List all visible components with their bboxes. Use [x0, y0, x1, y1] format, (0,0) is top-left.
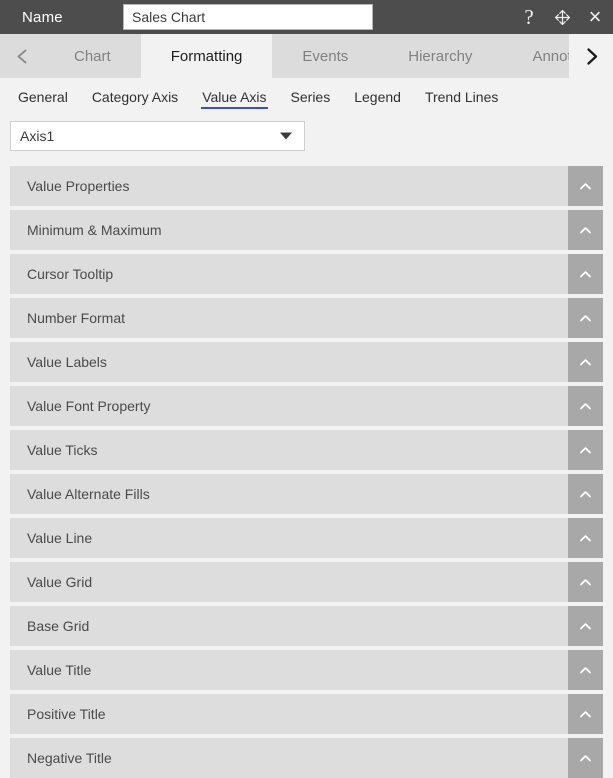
- chevron-up-icon[interactable]: [568, 474, 603, 514]
- tab-events-label: Events: [302, 47, 349, 65]
- chevron-left-icon[interactable]: [0, 34, 44, 78]
- section-negative-title[interactable]: Negative Title: [10, 738, 603, 778]
- tab-events[interactable]: Events: [272, 34, 379, 78]
- axis-selector-dropdown[interactable]: Axis1: [10, 121, 305, 151]
- section-label[interactable]: Cursor Tooltip: [10, 254, 568, 294]
- section-value-alternate-fills[interactable]: Value Alternate Fills: [10, 474, 603, 514]
- section-label[interactable]: Minimum & Maximum: [10, 210, 568, 250]
- section-cursor-tooltip[interactable]: Cursor Tooltip: [10, 254, 603, 294]
- value-axis-sections: Value Properties Minimum & Maximum Curso…: [0, 166, 613, 778]
- section-label[interactable]: Value Properties: [10, 166, 568, 206]
- chevron-up-icon[interactable]: [568, 210, 603, 250]
- chevron-up-icon[interactable]: [568, 386, 603, 426]
- chart-name-input[interactable]: [123, 4, 373, 30]
- section-label[interactable]: Negative Title: [10, 738, 568, 778]
- section-value-title[interactable]: Value Title: [10, 650, 603, 690]
- axis-selector-wrap: Axis1: [0, 116, 613, 151]
- subtab-value-axis[interactable]: Value Axis: [190, 78, 278, 116]
- section-number-format[interactable]: Number Format: [10, 298, 603, 338]
- section-label[interactable]: Positive Title: [10, 694, 568, 734]
- subtab-legend-label: Legend: [354, 89, 401, 105]
- subtab-legend[interactable]: Legend: [342, 78, 413, 116]
- subtab-category-axis-label: Category Axis: [91, 89, 179, 105]
- section-minimum-maximum[interactable]: Minimum & Maximum: [10, 210, 603, 250]
- section-label[interactable]: Value Font Property: [10, 386, 568, 426]
- section-base-grid[interactable]: Base Grid: [10, 606, 603, 646]
- chevron-up-icon[interactable]: [568, 606, 603, 646]
- tab-hierarchy-label: Hierarchy: [408, 47, 473, 65]
- triangle-down-icon: [280, 132, 292, 140]
- chevron-up-icon[interactable]: [568, 562, 603, 602]
- section-label[interactable]: Value Ticks: [10, 430, 568, 470]
- chevron-up-icon[interactable]: [568, 650, 603, 690]
- chevron-up-icon[interactable]: [568, 738, 603, 778]
- close-icon[interactable]: ×: [585, 6, 605, 28]
- chevron-right-icon[interactable]: [569, 34, 613, 78]
- section-label[interactable]: Number Format: [10, 298, 568, 338]
- section-value-font-property[interactable]: Value Font Property: [10, 386, 603, 426]
- subtab-series-label: Series: [290, 89, 331, 105]
- subtab-trend-lines-label: Trend Lines: [424, 89, 499, 105]
- section-value-line[interactable]: Value Line: [10, 518, 603, 558]
- section-label[interactable]: Value Labels: [10, 342, 568, 382]
- main-tabs: Chart Formatting Events Hierarchy Annota…: [44, 34, 613, 78]
- move-icon[interactable]: [552, 6, 572, 28]
- formatting-subtabs: General Category Axis Value Axis Series …: [0, 78, 613, 116]
- tab-chart[interactable]: Chart: [44, 34, 141, 78]
- section-label[interactable]: Value Alternate Fills: [10, 474, 568, 514]
- tab-chart-label: Chart: [74, 47, 111, 65]
- tab-formatting[interactable]: Formatting: [140, 34, 273, 78]
- section-value-ticks[interactable]: Value Ticks: [10, 430, 603, 470]
- titlebar-actions: ? ×: [519, 0, 605, 34]
- section-positive-title[interactable]: Positive Title: [10, 694, 603, 734]
- section-label[interactable]: Value Grid: [10, 562, 568, 602]
- subtab-general[interactable]: General: [6, 78, 80, 116]
- section-value-properties[interactable]: Value Properties: [10, 166, 603, 206]
- section-label[interactable]: Value Line: [10, 518, 568, 558]
- section-value-labels[interactable]: Value Labels: [10, 342, 603, 382]
- chevron-up-icon[interactable]: [568, 694, 603, 734]
- subtab-category-axis[interactable]: Category Axis: [80, 78, 190, 116]
- chevron-up-icon[interactable]: [568, 342, 603, 382]
- subtab-general-label: General: [18, 89, 68, 105]
- section-label[interactable]: Base Grid: [10, 606, 568, 646]
- name-label: Name: [22, 8, 63, 26]
- chevron-up-icon[interactable]: [568, 298, 603, 338]
- chevron-up-icon[interactable]: [568, 430, 603, 470]
- chevron-up-icon[interactable]: [568, 254, 603, 294]
- subtab-trend-lines[interactable]: Trend Lines: [413, 78, 510, 116]
- subtab-series[interactable]: Series: [279, 78, 343, 116]
- tab-hierarchy[interactable]: Hierarchy: [378, 34, 503, 78]
- axis-selector-value: Axis1: [20, 128, 55, 144]
- tab-formatting-label: Formatting: [170, 47, 243, 65]
- subtab-value-axis-label: Value Axis: [202, 89, 267, 105]
- main-tabbar: Chart Formatting Events Hierarchy Annota…: [0, 34, 613, 78]
- chevron-up-icon[interactable]: [568, 166, 603, 206]
- window-titlebar: Name ? ×: [0, 0, 613, 34]
- help-icon[interactable]: ?: [519, 6, 539, 28]
- chevron-up-icon[interactable]: [568, 518, 603, 558]
- section-label[interactable]: Value Title: [10, 650, 568, 690]
- section-value-grid[interactable]: Value Grid: [10, 562, 603, 602]
